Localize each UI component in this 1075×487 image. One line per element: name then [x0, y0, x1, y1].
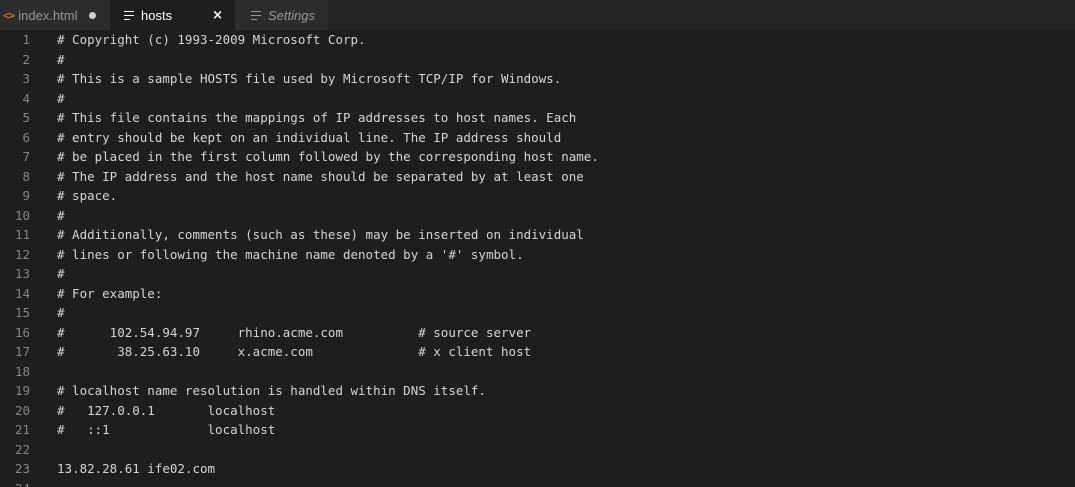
code-line[interactable]: 1 # Copyright (c) 1993-2009 Microsoft Cor…: [0, 30, 1075, 50]
code-line[interactable]: 19 # localhost name resolution is handled…: [0, 381, 1075, 401]
line-number: 15: [14, 305, 30, 320]
text-file-icon: [124, 10, 134, 20]
tab-label: hosts: [141, 7, 173, 23]
code-line[interactable]: 18: [0, 362, 1075, 382]
code-line[interactable]: 23 13.82.28.61 ife02.com: [0, 459, 1075, 479]
unsaved-dot-icon[interactable]: [88, 11, 96, 19]
line-text[interactable]: # 102.54.94.97 rhino.acme.com # source s…: [30, 323, 531, 343]
code-line[interactable]: 22: [0, 440, 1075, 460]
line-text[interactable]: # 127.0.0.1 localhost: [30, 401, 275, 421]
code-line[interactable]: 3 # This is a sample HOSTS file used by M…: [0, 69, 1075, 89]
line-text[interactable]: #: [30, 50, 65, 70]
code-line[interactable]: 15 #: [0, 303, 1075, 323]
code-line[interactable]: 4 #: [0, 89, 1075, 109]
code-line[interactable]: 17 # 38.25.63.10 x.acme.com # x client ho…: [0, 342, 1075, 362]
line-number: 22: [14, 441, 30, 457]
text-file-icon: [251, 10, 261, 20]
line-number: 12: [14, 246, 30, 262]
line-text[interactable]: # 38.25.63.10 x.acme.com # x client host: [30, 342, 531, 362]
line-number: 1: [22, 32, 30, 47]
line-number: 10: [14, 207, 30, 223]
line-number: 21: [14, 422, 30, 437]
line-text[interactable]: # space.: [30, 186, 117, 206]
tab-label: index.html: [18, 7, 78, 23]
line-number: 6: [22, 129, 30, 145]
line-text[interactable]: # entry should be kept on an individual …: [30, 128, 561, 148]
line-number: 7: [22, 149, 30, 164]
line-text[interactable]: #: [30, 303, 65, 323]
code-line[interactable]: 20 # 127.0.0.1 localhost: [0, 401, 1075, 421]
tab-label: Settings: [268, 7, 315, 23]
line-number: 24: [0, 479, 30, 487]
line-number: 3: [22, 71, 30, 86]
line-text[interactable]: # Copyright (c) 1993-2009 Microsoft Corp…: [30, 30, 366, 50]
line-text[interactable]: # This is a sample HOSTS file used by Mi…: [30, 69, 561, 89]
line-number: 17: [14, 344, 30, 359]
line-number: 23: [14, 461, 30, 476]
tab-settings[interactable]: Settings: [235, 0, 328, 30]
code-line[interactable]: 13 #: [0, 264, 1075, 284]
line-text[interactable]: # lines or following the machine name de…: [30, 245, 524, 265]
line-number: 8: [22, 168, 30, 184]
html-file-icon: <>: [3, 8, 15, 22]
code-line[interactable]: 11 # Additionally, comments (such as thes…: [0, 225, 1075, 245]
line-text[interactable]: # For example:: [30, 284, 162, 304]
code-line[interactable]: 16 # 102.54.94.97 rhino.acme.com # source…: [0, 323, 1075, 343]
code-line[interactable]: 9 # space.: [0, 186, 1075, 206]
line-number: 4: [22, 90, 30, 106]
code-line[interactable]: 14 # For example:: [0, 284, 1075, 304]
code-line[interactable]: 7 # be placed in the first column followe…: [0, 147, 1075, 167]
line-number: 13: [14, 266, 30, 281]
line-text[interactable]: 13.82.28.61 ife02.com: [30, 459, 215, 479]
close-icon[interactable]: ×: [212, 8, 223, 23]
line-text[interactable]: # be placed in the first column followed…: [30, 147, 599, 167]
line-text[interactable]: # ::1 localhost: [30, 420, 275, 440]
line-text[interactable]: # Additionally, comments (such as these)…: [30, 225, 584, 245]
line-number: 16: [14, 324, 30, 340]
line-text[interactable]: [30, 479, 57, 487]
line-text[interactable]: # localhost name resolution is handled w…: [30, 381, 486, 401]
tab-index-html[interactable]: <> index.html: [0, 0, 110, 30]
line-text[interactable]: #: [30, 206, 65, 226]
code-line[interactable]: 8 # The IP address and the host name shou…: [0, 167, 1075, 187]
line-number: 18: [14, 363, 30, 379]
line-text[interactable]: #: [30, 89, 65, 109]
line-number: 19: [14, 383, 30, 398]
line-number: 5: [22, 110, 30, 125]
line-text[interactable]: #: [30, 264, 65, 284]
line-number: 20: [14, 402, 30, 418]
line-number: 14: [14, 285, 30, 301]
code-line[interactable]: 24: [0, 479, 1075, 487]
line-text[interactable]: [30, 440, 57, 460]
tab-hosts[interactable]: hosts ×: [110, 0, 235, 30]
line-text[interactable]: [30, 362, 57, 382]
editor-window: <> index.html hosts × Settings 1 # Copyri…: [0, 0, 1075, 487]
line-text[interactable]: # This file contains the mappings of IP …: [30, 108, 576, 128]
code-line[interactable]: 21 # ::1 localhost: [0, 420, 1075, 440]
code-line[interactable]: 2 #: [0, 50, 1075, 70]
line-number: 9: [22, 188, 30, 203]
code-line[interactable]: 6 # entry should be kept on an individual…: [0, 128, 1075, 148]
code-line[interactable]: 10 #: [0, 206, 1075, 226]
line-number: 2: [22, 51, 30, 67]
code-line[interactable]: 12 # lines or following the machine name …: [0, 245, 1075, 265]
line-number: 11: [14, 227, 30, 242]
code-editor[interactable]: 1 # Copyright (c) 1993-2009 Microsoft Cor…: [0, 30, 1075, 487]
line-text[interactable]: # The IP address and the host name shoul…: [30, 167, 584, 187]
code-line[interactable]: 5 # This file contains the mappings of IP…: [0, 108, 1075, 128]
tab-bar: <> index.html hosts × Settings: [0, 0, 1075, 30]
